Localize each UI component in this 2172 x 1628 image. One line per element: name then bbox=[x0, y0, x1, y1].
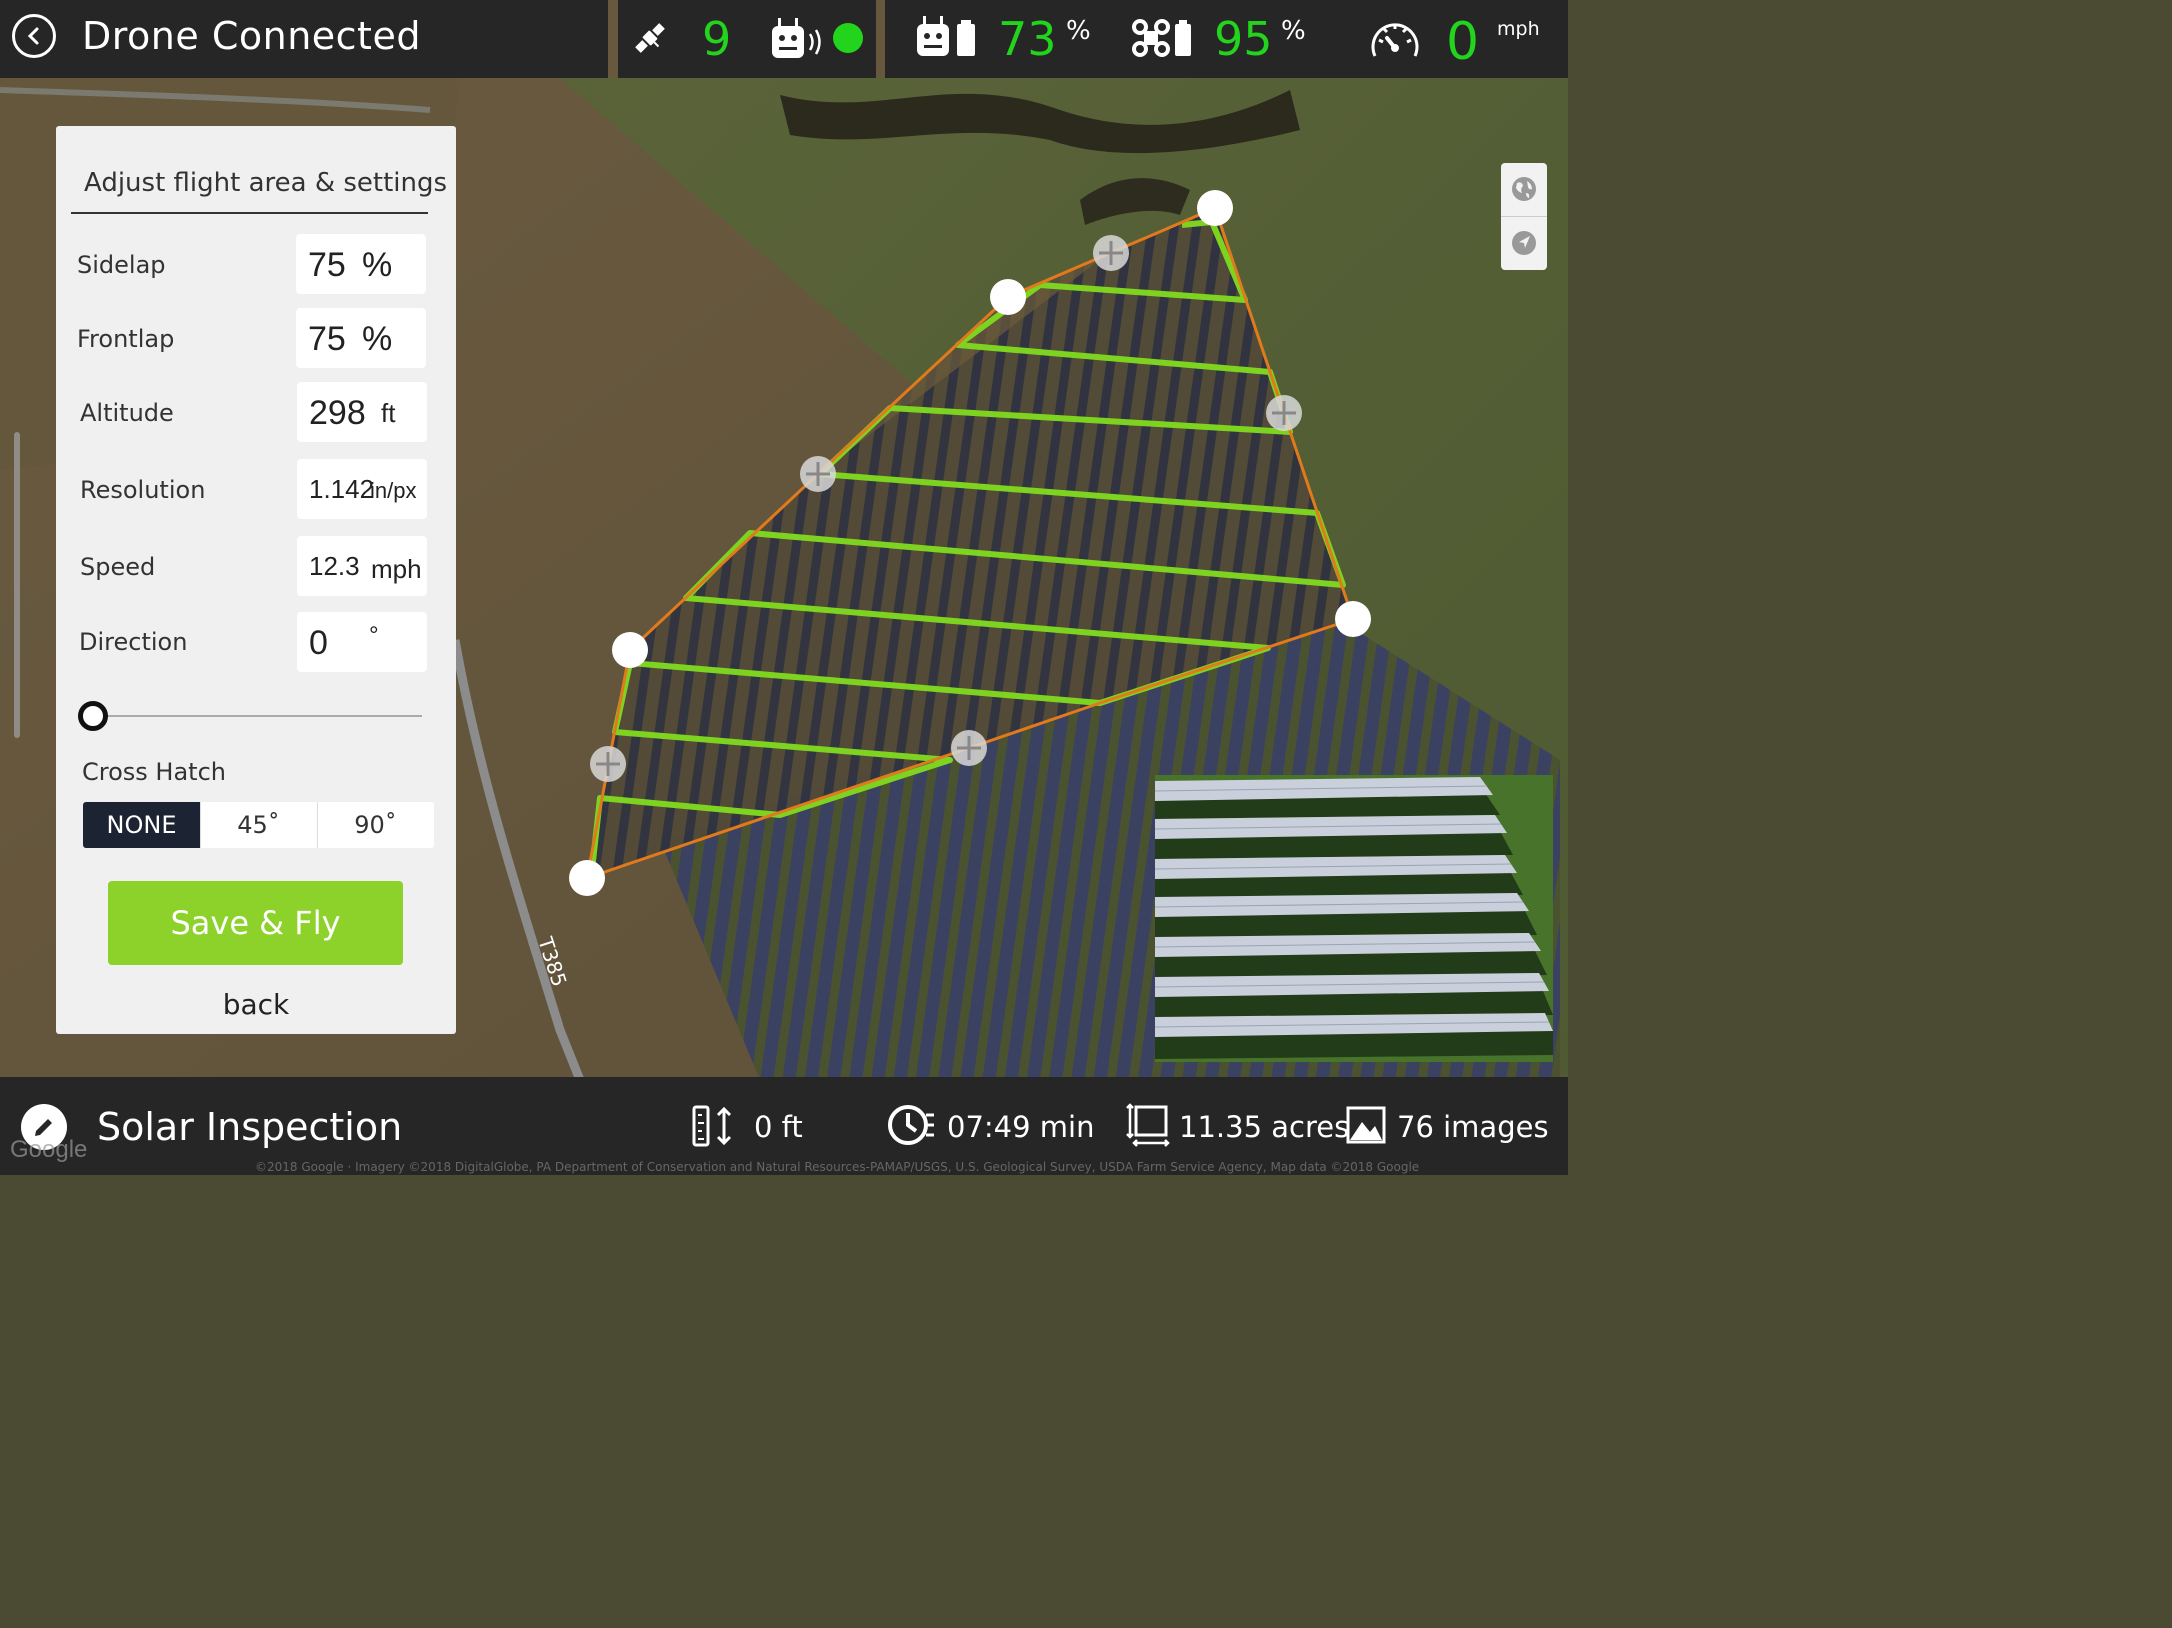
image-count: 76 images bbox=[1397, 1110, 1549, 1144]
cross-hatch-none-option[interactable]: NONE bbox=[83, 802, 200, 848]
resolution-value: 1.142 bbox=[309, 474, 375, 504]
images-icon bbox=[1346, 1106, 1386, 1144]
elevation-value: 0 ft bbox=[754, 1110, 803, 1144]
satellite-count: 9 bbox=[702, 12, 732, 66]
speed-field-unit: mph bbox=[371, 554, 422, 584]
direction-label: Direction bbox=[79, 628, 188, 656]
area-icon bbox=[1126, 1103, 1170, 1147]
panel-divider bbox=[71, 212, 428, 214]
sidelap-unit: % bbox=[362, 246, 393, 284]
globe-icon[interactable] bbox=[1510, 175, 1538, 203]
resolution-label: Resolution bbox=[80, 476, 206, 504]
sidelap-label: Sidelap bbox=[77, 251, 166, 279]
back-button[interactable] bbox=[12, 14, 56, 58]
panel-title: Adjust flight area & settings bbox=[84, 168, 448, 198]
speed-field[interactable]: 12.3 mph bbox=[297, 536, 427, 596]
speed-field-value: 12.3 bbox=[309, 551, 360, 581]
frontlap-unit: % bbox=[362, 320, 393, 358]
remote-battery-value: 73 bbox=[998, 12, 1057, 66]
direction-field[interactable]: 0 ° bbox=[297, 612, 427, 672]
google-logo: Google bbox=[10, 1136, 88, 1163]
cross-hatch-label: Cross Hatch bbox=[82, 758, 226, 786]
mission-name: Solar Inspection bbox=[97, 1105, 403, 1149]
back-link[interactable]: back bbox=[56, 988, 456, 1021]
back-icon bbox=[27, 27, 39, 45]
frontlap-field[interactable]: 75 % bbox=[296, 308, 426, 368]
remote-battery-unit: % bbox=[1066, 16, 1091, 46]
remote-signal-icon bbox=[772, 18, 821, 58]
speedometer-icon bbox=[1371, 23, 1419, 57]
altitude-value: 298 bbox=[309, 394, 366, 432]
connection-dot-icon bbox=[833, 23, 863, 53]
map-attribution: ©2018 Google · Imagery ©2018 DigitalGlob… bbox=[255, 1160, 1420, 1174]
map-controls bbox=[1501, 163, 1547, 270]
frontlap-value: 75 bbox=[308, 320, 346, 358]
resolution-field[interactable]: 1.142 in/px bbox=[297, 459, 427, 519]
flight-settings-panel: Adjust flight area & settings Sidelap 75… bbox=[56, 126, 456, 1034]
drone-battery-value: 95 bbox=[1214, 12, 1273, 66]
status-bar-left: Drone Connected bbox=[0, 0, 608, 78]
control-divider bbox=[1501, 216, 1547, 217]
altitude-field[interactable]: 298 ft bbox=[297, 382, 427, 442]
status-bar-telemetry: 73 % 95 % 0 mph bbox=[885, 0, 1568, 78]
cross-hatch-selector: NONE 45˚ 90˚ bbox=[83, 802, 434, 848]
frontlap-label: Frontlap bbox=[77, 325, 175, 353]
remote-battery-icon bbox=[917, 16, 975, 56]
drone-battery-unit: % bbox=[1281, 16, 1306, 46]
flight-duration: 07:49 min bbox=[947, 1110, 1095, 1144]
satellite-icon bbox=[635, 23, 665, 53]
direction-slider-handle[interactable] bbox=[78, 701, 108, 731]
sidelap-field[interactable]: 75 % bbox=[296, 234, 426, 294]
direction-value: 0 bbox=[309, 624, 328, 662]
drone-battery-icon bbox=[1132, 19, 1191, 57]
sidelap-value: 75 bbox=[308, 246, 346, 284]
status-bar-signal: 9 bbox=[618, 0, 876, 78]
connection-title: Drone Connected bbox=[82, 14, 421, 58]
cross-hatch-45-option[interactable]: 45˚ bbox=[200, 802, 317, 848]
speed-unit: mph bbox=[1497, 18, 1540, 40]
altitude-unit: ft bbox=[381, 398, 396, 428]
altitude-label: Altitude bbox=[80, 399, 174, 427]
inspection-photo-preview[interactable] bbox=[1155, 775, 1553, 1062]
direction-slider-track[interactable] bbox=[94, 715, 422, 717]
elevation-icon bbox=[692, 1105, 732, 1147]
direction-unit: ° bbox=[369, 622, 379, 649]
timer-icon bbox=[888, 1105, 934, 1145]
resolution-unit: in/px bbox=[370, 478, 417, 503]
locate-icon[interactable] bbox=[1510, 229, 1538, 257]
cross-hatch-90-option[interactable]: 90˚ bbox=[317, 802, 434, 848]
save-and-fly-button[interactable]: Save & Fly bbox=[108, 881, 403, 965]
survey-area: 11.35 acres bbox=[1179, 1110, 1350, 1144]
speed-label: Speed bbox=[80, 553, 156, 581]
panel-scrollbar[interactable] bbox=[14, 432, 20, 738]
speed-value: 0 bbox=[1446, 12, 1480, 72]
